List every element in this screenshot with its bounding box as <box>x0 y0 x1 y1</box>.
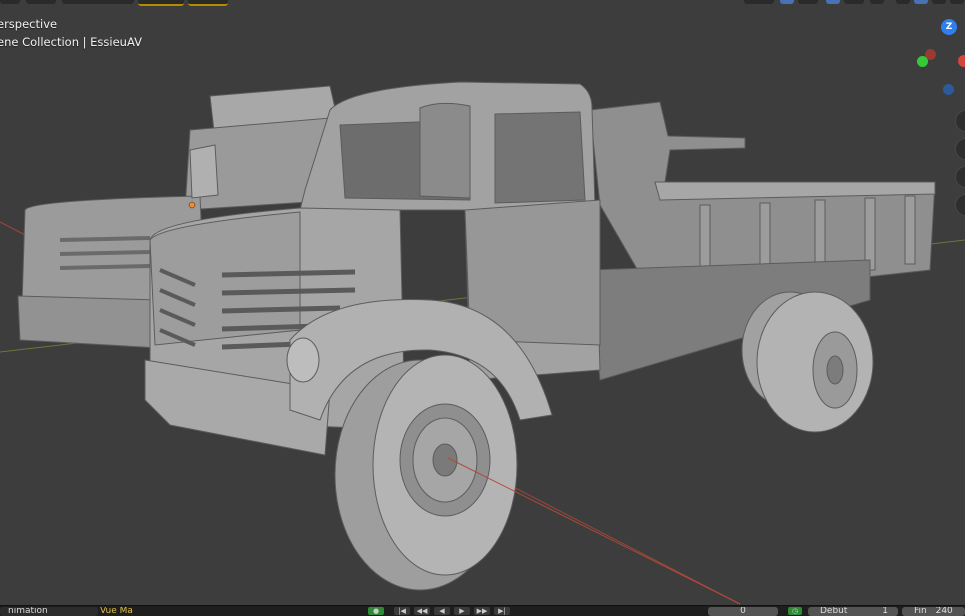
shading-solid-icon[interactable] <box>914 0 928 4</box>
collection-label: ene Collection | EssieuAV <box>0 35 142 49</box>
proportional-edit-toggle[interactable] <box>826 0 840 4</box>
snap-toggle[interactable] <box>780 0 794 4</box>
preview-range-toggle[interactable]: ◷ <box>788 607 802 615</box>
gizmo-y-axis[interactable] <box>917 56 928 67</box>
play-button[interactable]: ▶ <box>454 607 470 615</box>
header-menu-button[interactable] <box>0 0 20 4</box>
snap-options-button[interactable] <box>798 0 818 4</box>
jump-start-button[interactable]: |◀ <box>394 607 410 615</box>
transform-pivot-button[interactable] <box>744 0 774 4</box>
jump-end-button[interactable]: ▶| <box>494 607 510 615</box>
object-origin <box>188 201 196 209</box>
gizmo-neg-z-axis[interactable] <box>943 84 954 95</box>
header-menu-button[interactable] <box>62 0 134 4</box>
viewport-header <box>0 0 965 6</box>
scene-render[interactable] <box>0 0 965 605</box>
view-mode-label: erspective <box>0 17 58 31</box>
xray-toggle[interactable] <box>870 0 884 4</box>
material-shading-icon[interactable] <box>932 0 946 4</box>
header-menu-button[interactable] <box>188 0 228 6</box>
jump-keyframe-next-button[interactable]: ▶▶ <box>474 607 490 615</box>
auto-keying-toggle[interactable]: ● <box>368 607 384 615</box>
front-wheel <box>334 354 518 591</box>
gizmo-x-axis[interactable] <box>958 55 965 67</box>
rendered-shading-icon[interactable] <box>950 0 964 4</box>
wireframe-shading-icon[interactable] <box>896 0 910 4</box>
header-menu-button[interactable] <box>26 0 56 4</box>
rear-wheel <box>741 291 874 433</box>
timeline-header: nimation Vue Ma ● |◀ ◀◀ ◀ ▶ ▶▶ ▶| 0 ◷ Dé… <box>0 605 965 616</box>
header-menu-button[interactable] <box>138 0 184 6</box>
proportional-options-button[interactable] <box>844 0 864 4</box>
3d-viewport[interactable]: erspective ene Collection | EssieuAV Z <box>0 0 965 605</box>
jump-keyframe-prev-button[interactable]: ◀◀ <box>414 607 430 615</box>
play-reverse-button[interactable]: ◀ <box>434 607 450 615</box>
gizmo-z-axis[interactable]: Z <box>941 19 957 35</box>
